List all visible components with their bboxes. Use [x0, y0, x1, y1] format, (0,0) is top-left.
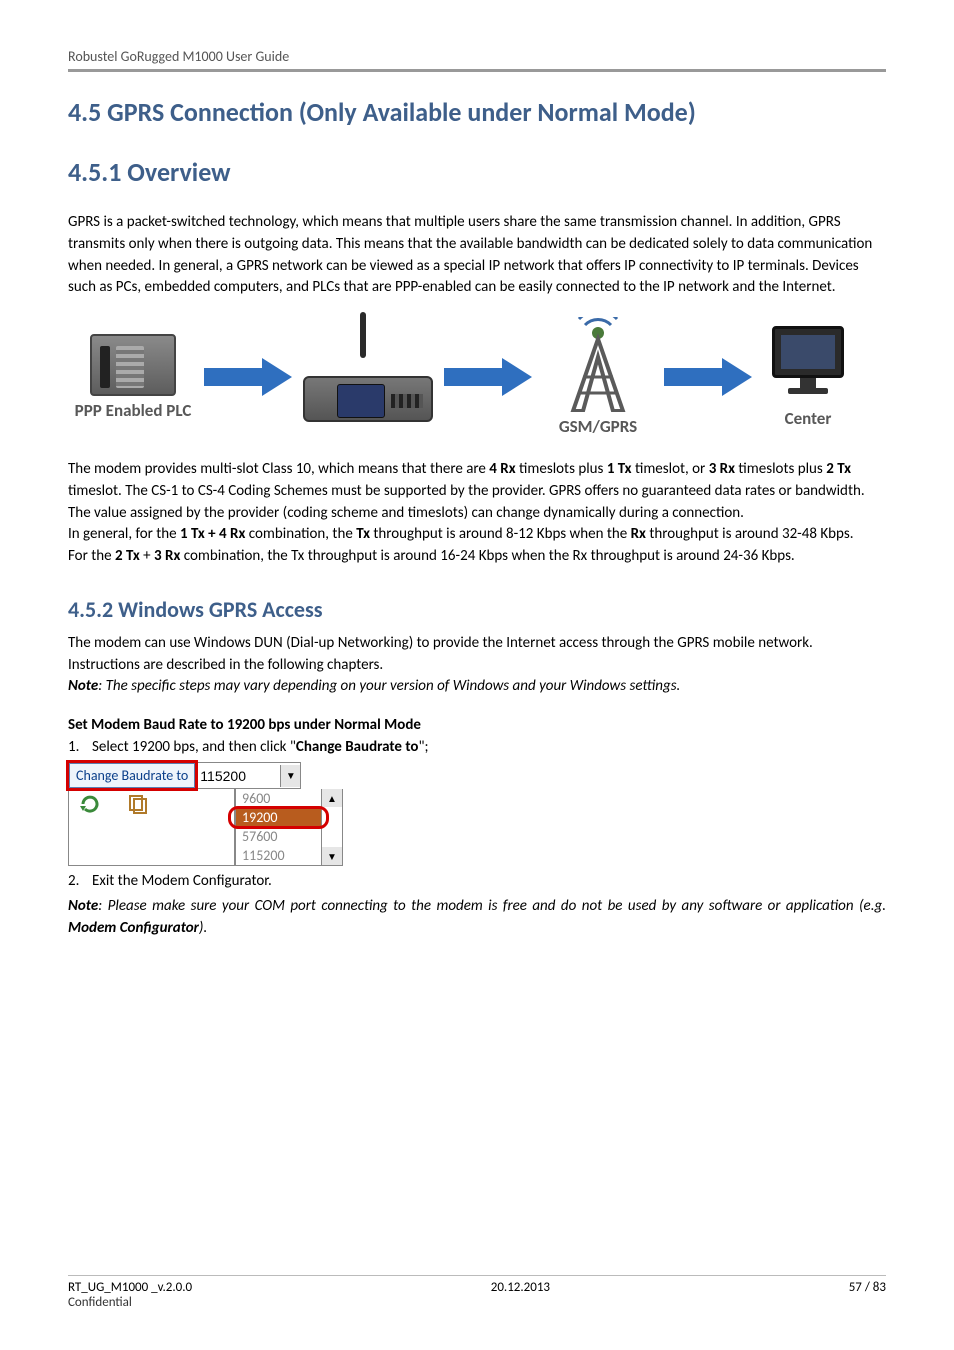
plc-label: PPP Enabled PLC — [75, 400, 192, 421]
scroll-up-icon[interactable]: ▲ — [322, 789, 342, 807]
change-baudrate-button[interactable]: Change Baudrate to — [69, 763, 195, 788]
copy-icon[interactable] — [127, 793, 149, 815]
windows-gprs-paragraph: The modem can use Windows DUN (Dial-up N… — [68, 633, 886, 677]
gprs-topology-diagram: PPP Enabled PLC GSM/GPRS Center — [68, 317, 886, 437]
footer-date: 20.12.2013 — [491, 1280, 550, 1310]
header-doc-title: Robustel GoRugged M1000 User Guide — [68, 48, 886, 65]
overview-paragraph-3: In general, for the 1 Tx + 4 Rx combinat… — [68, 524, 886, 546]
overview-paragraph-2: The modem provides multi-slot Class 10, … — [68, 459, 886, 524]
gsm-gprs-label: GSM/GPRS — [559, 416, 637, 437]
windows-gprs-note: Note: The specific steps may vary depend… — [68, 676, 886, 698]
heading-4-5: 4.5 GPRS Connection (Only Available unde… — [68, 96, 886, 128]
heading-4-5-1: 4.5.1 Overview — [68, 156, 886, 188]
heading-4-5-2: 4.5.2 Windows GPRS Access — [68, 596, 886, 623]
baudrate-input[interactable] — [196, 765, 280, 787]
baudrate-option[interactable]: 9600 — [236, 789, 321, 808]
arrow-icon — [662, 354, 754, 400]
baudrate-option[interactable]: 57600 — [236, 827, 321, 846]
step-2: 2.Exit the Modem Configurator. — [68, 872, 886, 890]
baudrate-option-selected[interactable]: 19200 — [236, 808, 321, 827]
header-rule — [68, 69, 886, 72]
overview-paragraph-1: GPRS is a packet-switched technology, wh… — [68, 212, 886, 299]
dropdown-toggle-icon[interactable]: ▼ — [280, 765, 300, 787]
footer-confidential: Confidential — [68, 1295, 192, 1310]
step-1: 1.Select 19200 bps, and then click "Chan… — [68, 738, 886, 756]
center-label: Center — [785, 408, 832, 429]
page-footer: RT_UG_M1000 _v.2.0.0 Confidential 20.12.… — [68, 1275, 886, 1310]
overview-paragraph-4: For the 2 Tx + 3 Rx combination, the Tx … — [68, 546, 886, 568]
baudrate-widget: Change Baudrate to ▼ 9600 19200 57600 11… — [68, 762, 886, 866]
arrow-icon — [442, 354, 534, 400]
cell-tower-icon — [553, 317, 643, 412]
pc-icon — [768, 326, 848, 404]
baudrate-dropdown-list: 9600 19200 57600 115200 — [235, 789, 321, 866]
set-baud-subheading: Set Modem Baud Rate to 19200 bps under N… — [68, 716, 886, 734]
refresh-icon[interactable] — [79, 793, 101, 815]
footer-doc-id: RT_UG_M1000 _v.2.0.0 — [68, 1280, 192, 1295]
scroll-down-icon[interactable]: ▼ — [322, 847, 342, 865]
footer-page-number: 57 / 83 — [849, 1280, 886, 1310]
com-port-note: Note: Please make sure your COM port con… — [68, 896, 886, 940]
modem-device-icon — [298, 332, 438, 422]
baudrate-option[interactable]: 115200 — [236, 846, 321, 865]
plc-device-icon — [90, 334, 176, 396]
arrow-icon — [202, 354, 294, 400]
